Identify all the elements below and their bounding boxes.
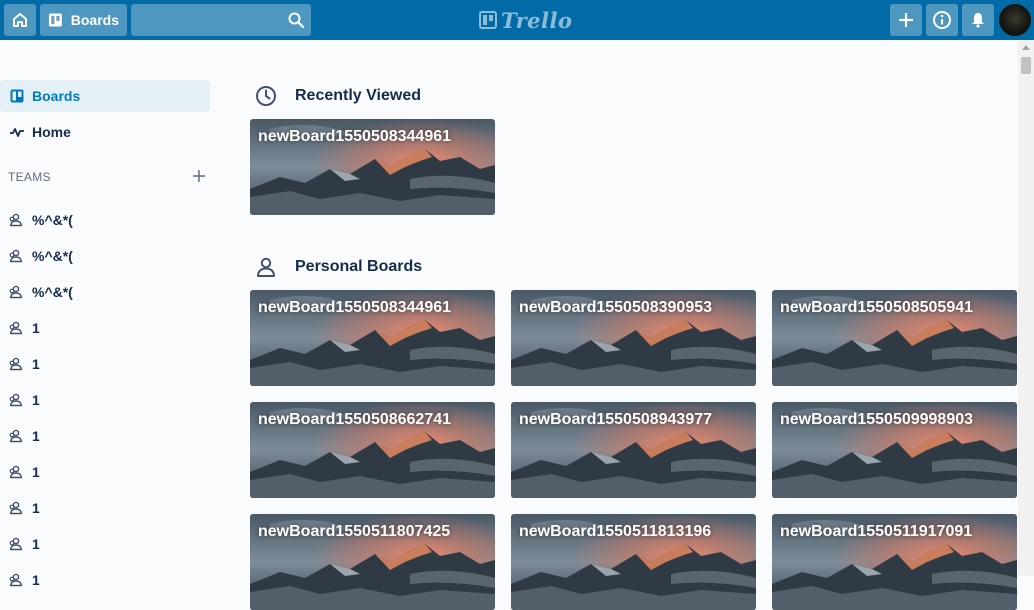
- sidebar-team-item[interactable]: %^&*(: [0, 204, 210, 236]
- recently-viewed-header: Recently Viewed: [250, 84, 421, 108]
- board-tile-title: newBoard1550508344961: [258, 128, 452, 145]
- team-icon: [8, 356, 24, 372]
- main-content: Recently Viewed newBoard1550508344961 Pe…: [250, 40, 1020, 576]
- board-tile-title: newBoard1550509998903: [780, 411, 974, 428]
- sidebar: Boards Home TEAMS %^&*( %^&*( %^&*( 1 1 1 1 1 1 1…: [0, 40, 212, 588]
- home-icon: [13, 13, 27, 27]
- board-tile-title: newBoard1550508390953: [519, 299, 713, 316]
- team-label: 1: [32, 572, 40, 588]
- sidebar-team-item[interactable]: %^&*(: [0, 240, 210, 272]
- sidebar-item-boards[interactable]: Boards: [0, 80, 210, 112]
- sidebar-team-item[interactable]: %^&*(: [0, 276, 210, 308]
- sidebar-team-item[interactable]: 1: [0, 492, 210, 524]
- search-box[interactable]: [131, 4, 311, 36]
- board-icon: [48, 13, 62, 27]
- board-tile[interactable]: newBoard1550509998903: [772, 402, 1017, 498]
- board-tile-title: newBoard1550511813196: [519, 523, 712, 540]
- sidebar-team-item[interactable]: 1: [0, 420, 210, 452]
- boards-button-label: Boards: [70, 12, 119, 28]
- user-avatar[interactable]: [999, 4, 1031, 36]
- add-team-icon[interactable]: [191, 168, 207, 184]
- team-icon: [8, 428, 24, 444]
- team-icon: [8, 320, 24, 336]
- board-tile[interactable]: newBoard1550511917091: [772, 514, 1017, 610]
- team-label: %^&*(: [32, 212, 73, 228]
- board-tile[interactable]: newBoard1550508662741: [250, 402, 495, 498]
- board-icon: [10, 89, 24, 103]
- teams-header: TEAMS: [8, 170, 51, 184]
- personal-boards-header: Personal Boards: [250, 255, 422, 279]
- search-icon[interactable]: [287, 11, 305, 29]
- team-icon: [8, 500, 24, 516]
- team-icon: [8, 212, 24, 228]
- sidebar-team-item[interactable]: 1: [0, 564, 210, 596]
- info-icon: [933, 11, 951, 29]
- board-tile[interactable]: newBoard1550511807425: [250, 514, 495, 610]
- sidebar-team-item[interactable]: 1: [0, 384, 210, 416]
- sidebar-team-item[interactable]: 1: [0, 456, 210, 488]
- trello-logo[interactable]: Trello: [479, 7, 573, 33]
- home-button[interactable]: [4, 4, 36, 36]
- info-button[interactable]: [926, 4, 958, 36]
- team-icon: [8, 464, 24, 480]
- team-label: 1: [32, 356, 40, 372]
- board-tile[interactable]: newBoard1550511813196: [511, 514, 756, 610]
- board-tile-title: newBoard1550511807425: [258, 523, 451, 540]
- scroll-thumb[interactable]: [1021, 57, 1031, 74]
- sidebar-item-label: Boards: [32, 88, 81, 104]
- board-tile-title: newBoard1550508943977: [519, 411, 713, 428]
- team-label: 1: [32, 464, 40, 480]
- team-label: %^&*(: [32, 284, 73, 300]
- sidebar-team-item[interactable]: 1: [0, 348, 210, 380]
- section-title-text: Personal Boards: [295, 258, 423, 275]
- create-button[interactable]: [890, 4, 922, 36]
- section-title-text: Recently Viewed: [295, 87, 421, 104]
- team-icon: [8, 572, 24, 588]
- board-tile-title: newBoard1550508662741: [258, 411, 452, 428]
- activity-icon: [10, 125, 24, 139]
- team-icon: [8, 248, 24, 264]
- board-tile[interactable]: newBoard1550508943977: [511, 402, 756, 498]
- boards-button[interactable]: Boards: [40, 4, 127, 36]
- team-icon: [8, 284, 24, 300]
- board-tile-title: newBoard1550508505941: [780, 299, 974, 316]
- trello-logo-icon: [479, 11, 497, 29]
- sidebar-team-item[interactable]: 1: [0, 528, 210, 560]
- board-tile-title: newBoard1550511917091: [780, 523, 973, 540]
- plus-icon: [899, 13, 913, 27]
- team-label: 1: [32, 392, 40, 408]
- sidebar-item-home[interactable]: Home: [0, 116, 210, 148]
- board-tile[interactable]: newBoard1550508344961: [250, 290, 495, 386]
- search-input[interactable]: [131, 4, 281, 36]
- team-icon: [8, 536, 24, 552]
- board-tile[interactable]: newBoard1550508505941: [772, 290, 1017, 386]
- team-label: 1: [32, 320, 40, 336]
- notifications-button[interactable]: [962, 4, 994, 36]
- team-icon: [8, 392, 24, 408]
- sidebar-team-item[interactable]: 1: [0, 312, 210, 344]
- team-label: 1: [32, 536, 40, 552]
- bell-icon: [972, 13, 984, 28]
- scroll-up-arrow[interactable]: [1022, 45, 1030, 50]
- logo-text: Trello: [501, 7, 573, 33]
- board-tile-title: newBoard1550508344961: [258, 299, 452, 316]
- clock-icon: [256, 86, 276, 106]
- top-header: Boards Trello: [0, 0, 1034, 40]
- page-scrollbar[interactable]: [1018, 40, 1034, 576]
- board-tile[interactable]: newBoard1550508390953: [511, 290, 756, 386]
- team-label: 1: [32, 428, 40, 444]
- board-tile[interactable]: newBoard1550508344961: [250, 119, 495, 215]
- sidebar-item-label: Home: [32, 124, 71, 140]
- team-label: 1: [32, 500, 40, 516]
- person-icon: [257, 257, 275, 277]
- team-label: %^&*(: [32, 248, 73, 264]
